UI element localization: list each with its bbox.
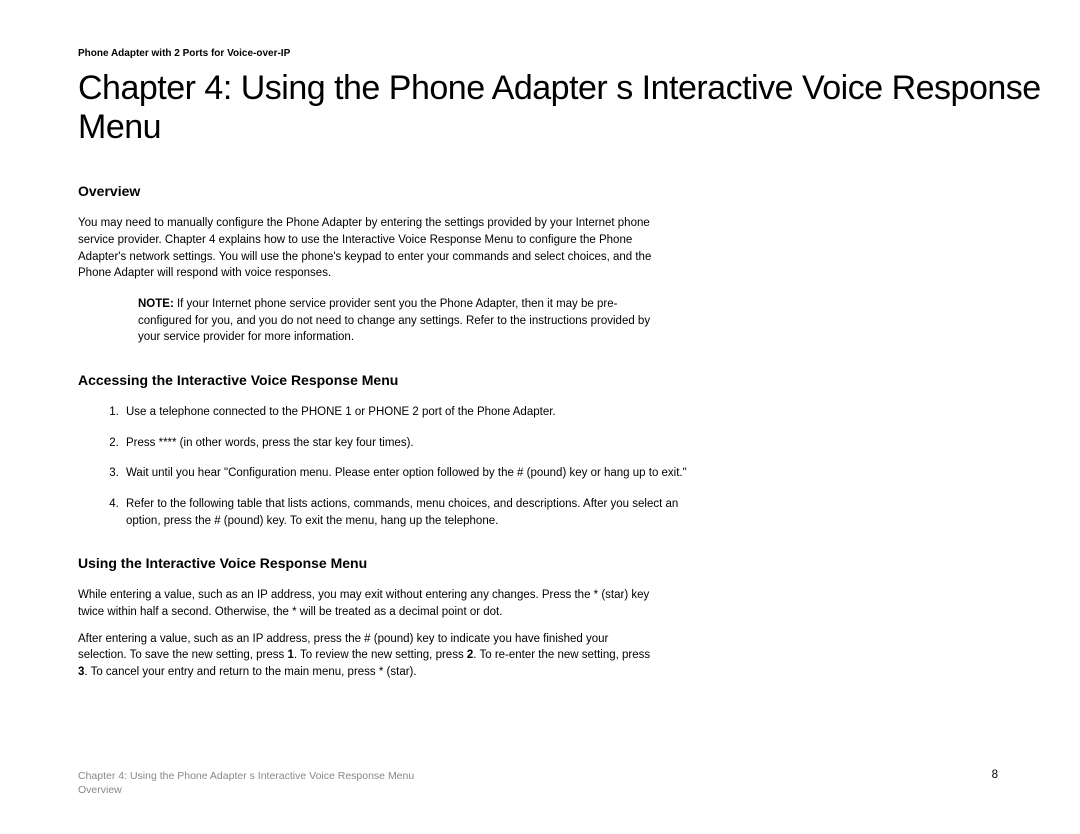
accessing-steps-list: Use a telephone connected to the PHONE 1… <box>122 404 702 529</box>
document-header: Phone Adapter with 2 Ports for Voice-ove… <box>78 48 1080 59</box>
footer-section-line: Overview <box>78 783 414 798</box>
note-label: NOTE: <box>138 298 174 310</box>
list-item: Refer to the following table that lists … <box>122 496 702 529</box>
overview-body: You may need to manually configure the P… <box>78 215 658 282</box>
note-body: If your Internet phone service provider … <box>138 298 650 343</box>
footer-chapter-line: Chapter 4: Using the Phone Adapter s Int… <box>78 769 414 784</box>
section-heading-using: Using the Interactive Voice Response Men… <box>78 555 1080 571</box>
list-item: Wait until you hear "Configuration menu.… <box>122 465 702 482</box>
text-run: . To cancel your entry and return to the… <box>84 666 416 678</box>
page-number: 8 <box>992 769 998 798</box>
footer-left: Chapter 4: Using the Phone Adapter s Int… <box>78 769 414 798</box>
page-footer: Chapter 4: Using the Phone Adapter s Int… <box>78 769 998 798</box>
list-item: Press **** (in other words, press the st… <box>122 435 702 452</box>
text-run: . To re-enter the new setting, press <box>473 649 650 661</box>
list-item: Use a telephone connected to the PHONE 1… <box>122 404 702 421</box>
section-heading-overview: Overview <box>78 183 1080 199</box>
chapter-title: Chapter 4: Using the Phone Adapter s Int… <box>78 69 1080 147</box>
using-para1: While entering a value, such as an IP ad… <box>78 587 658 620</box>
using-para2: After entering a value, such as an IP ad… <box>78 631 658 681</box>
text-run: . To review the new setting, press <box>294 649 467 661</box>
section-heading-accessing: Accessing the Interactive Voice Response… <box>78 372 1080 388</box>
overview-note: NOTE: If your Internet phone service pro… <box>138 296 658 346</box>
